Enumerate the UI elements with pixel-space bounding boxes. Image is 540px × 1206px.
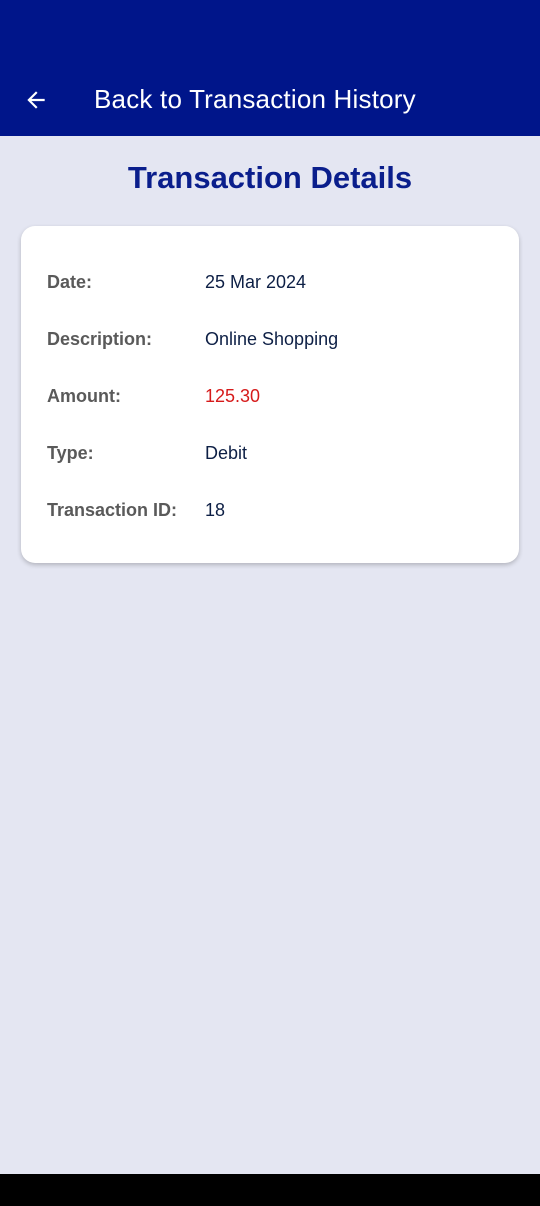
detail-row-amount: Amount: 125.30 xyxy=(47,384,260,408)
description-label: Description: xyxy=(47,328,153,349)
app-bar: Back to Transaction History xyxy=(0,0,540,136)
detail-row-transaction-id: Transaction ID: 18 xyxy=(47,498,225,522)
detail-row-date: Date: 25 Mar 2024 xyxy=(47,270,306,294)
description-value: Online Shopping xyxy=(205,328,339,349)
amount-value: 125.30 xyxy=(205,385,261,406)
transaction-id-label: Transaction ID: xyxy=(47,499,178,520)
back-to-history-link[interactable]: Back to Transaction History xyxy=(94,84,416,115)
date-label: Date: xyxy=(47,271,93,292)
page-title: Transaction Details xyxy=(127,160,413,195)
date-value: 25 Mar 2024 xyxy=(205,271,307,292)
type-value: Debit xyxy=(205,442,248,463)
amount-label: Amount: xyxy=(47,385,121,406)
detail-row-type: Type: Debit xyxy=(47,441,247,465)
type-label: Type: xyxy=(47,442,94,463)
system-navigation-bar xyxy=(0,1174,540,1206)
back-button[interactable] xyxy=(16,80,56,120)
arrow-left-icon xyxy=(27,91,45,109)
detail-row-description: Description: Online Shopping xyxy=(47,327,338,351)
transaction-id-value: 18 xyxy=(205,499,226,520)
transaction-details-card: Date: 25 Mar 2024 Description: Online Sh… xyxy=(21,226,519,563)
